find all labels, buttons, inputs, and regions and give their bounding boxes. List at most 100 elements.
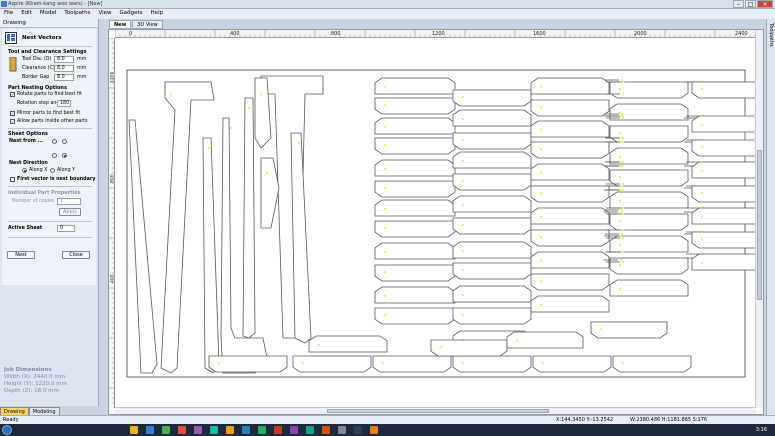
nested-part[interactable] bbox=[609, 125, 689, 143]
nested-part[interactable] bbox=[374, 307, 456, 325]
taskbar-app-icon[interactable] bbox=[242, 426, 250, 434]
rotate-checkbox[interactable]: ✓ bbox=[10, 92, 15, 97]
drawing-canvas[interactable] bbox=[115, 38, 769, 408]
nested-part[interactable] bbox=[530, 163, 610, 181]
nested-part[interactable] bbox=[452, 355, 532, 373]
taskbar-app-icon[interactable] bbox=[306, 426, 314, 434]
tab-new-2d-view[interactable]: New bbox=[109, 20, 132, 29]
nested-part[interactable] bbox=[374, 242, 456, 260]
close-button[interactable]: Close bbox=[62, 251, 90, 259]
nested-part[interactable] bbox=[530, 185, 610, 203]
taskbar-app-icon[interactable] bbox=[178, 426, 186, 434]
nested-part[interactable] bbox=[530, 99, 610, 117]
nested-part[interactable] bbox=[452, 109, 532, 127]
nested-part[interactable] bbox=[609, 81, 689, 99]
taskbar-app-icon[interactable] bbox=[290, 426, 298, 434]
nested-part[interactable] bbox=[609, 191, 689, 209]
inside-checkbox[interactable]: ✓ bbox=[10, 119, 15, 124]
taskbar-app-icon[interactable] bbox=[258, 426, 266, 434]
nested-part[interactable] bbox=[452, 217, 532, 235]
nested-part[interactable] bbox=[374, 199, 456, 217]
horizontal-scrollbar[interactable] bbox=[115, 407, 756, 414]
start-button[interactable] bbox=[2, 425, 12, 435]
along-y-radio[interactable] bbox=[50, 168, 55, 173]
nested-part[interactable] bbox=[292, 355, 372, 373]
nested-part[interactable] bbox=[374, 180, 456, 198]
nested-part[interactable] bbox=[590, 321, 668, 339]
nested-part[interactable] bbox=[372, 355, 452, 373]
nested-part[interactable] bbox=[530, 120, 610, 138]
along-x-radio[interactable] bbox=[22, 168, 27, 173]
nested-part[interactable] bbox=[609, 213, 689, 231]
nested-parts-layer[interactable] bbox=[115, 38, 769, 408]
taskbar-app-icon[interactable] bbox=[162, 426, 170, 434]
nested-part[interactable] bbox=[374, 264, 456, 282]
nested-part[interactable] bbox=[374, 97, 456, 115]
toolpaths-strip[interactable]: Toolpaths bbox=[766, 19, 775, 415]
menu-model[interactable]: Model bbox=[36, 9, 61, 17]
nested-part[interactable] bbox=[452, 151, 532, 169]
active-sheet-select[interactable]: 0 bbox=[57, 225, 75, 232]
clearance-input[interactable]: 8.0 bbox=[54, 65, 74, 72]
nested-part[interactable] bbox=[506, 331, 584, 349]
menu-help[interactable]: Help bbox=[147, 9, 168, 17]
nested-part[interactable] bbox=[452, 173, 532, 191]
nested-part[interactable] bbox=[612, 355, 692, 373]
nested-part[interactable] bbox=[530, 273, 610, 291]
nest-from-bottom-right-radio[interactable] bbox=[62, 153, 67, 158]
nested-part[interactable] bbox=[452, 285, 532, 303]
vertical-scroll-thumb[interactable] bbox=[757, 150, 762, 300]
nested-part[interactable] bbox=[242, 97, 256, 339]
nest-from-top-left-radio[interactable] bbox=[52, 139, 57, 144]
taskbar-app-icon[interactable] bbox=[194, 426, 202, 434]
taskbar-app-icon[interactable] bbox=[146, 426, 154, 434]
toolpaths-tab[interactable]: Toolpaths bbox=[768, 23, 774, 47]
nested-part[interactable] bbox=[452, 307, 532, 325]
menu-toolpaths[interactable]: Toolpaths bbox=[60, 9, 94, 17]
border-gap-input[interactable]: 8.0 bbox=[54, 74, 74, 81]
nest-button[interactable]: Nest bbox=[7, 251, 35, 259]
nested-part[interactable] bbox=[260, 157, 280, 229]
nested-part[interactable] bbox=[308, 335, 388, 353]
rotation-step-input[interactable]: 180 bbox=[57, 100, 71, 107]
taskbar-app-icon[interactable] bbox=[354, 426, 362, 434]
nested-part[interactable] bbox=[374, 137, 456, 155]
tab-3d-view[interactable]: 3D View bbox=[132, 20, 163, 29]
horizontal-scroll-thumb[interactable] bbox=[327, 409, 549, 413]
menu-gadgets[interactable]: Gadgets bbox=[116, 9, 147, 17]
menu-view[interactable]: View bbox=[94, 9, 115, 17]
close-window-button[interactable]: ✕ bbox=[757, 0, 773, 8]
minimize-button[interactable]: – bbox=[733, 0, 744, 8]
nested-part[interactable] bbox=[530, 295, 610, 313]
nested-part[interactable] bbox=[530, 207, 610, 225]
taskbar-app-icon[interactable] bbox=[226, 426, 234, 434]
tool-dia-input[interactable]: 8.0 bbox=[54, 56, 74, 63]
nested-part[interactable] bbox=[609, 235, 689, 253]
nested-part[interactable] bbox=[452, 195, 532, 213]
vertical-scrollbar[interactable] bbox=[755, 30, 763, 408]
nested-part[interactable] bbox=[609, 279, 689, 297]
menu-file[interactable]: File bbox=[0, 9, 17, 17]
taskbar-app-icon[interactable] bbox=[274, 426, 282, 434]
nest-from-top-right-radio[interactable] bbox=[62, 139, 67, 144]
nested-part[interactable] bbox=[609, 169, 689, 187]
nested-part[interactable] bbox=[530, 77, 610, 95]
nested-part[interactable] bbox=[374, 117, 456, 135]
first-vector-checkbox[interactable] bbox=[10, 177, 15, 182]
taskbar-app-icon[interactable] bbox=[370, 426, 378, 434]
nested-part[interactable] bbox=[202, 137, 220, 374]
maximize-button[interactable]: □ bbox=[745, 0, 756, 8]
nested-part[interactable] bbox=[430, 339, 508, 357]
nested-part[interactable] bbox=[452, 241, 532, 259]
nested-part[interactable] bbox=[452, 89, 532, 107]
mirror-checkbox[interactable]: ✓ bbox=[10, 111, 15, 116]
copies-input[interactable]: 1 bbox=[57, 198, 81, 205]
nested-part[interactable] bbox=[530, 229, 610, 247]
nested-part[interactable] bbox=[374, 77, 456, 95]
apply-button[interactable]: Apply bbox=[59, 208, 81, 216]
nested-part[interactable] bbox=[128, 119, 158, 374]
nested-part[interactable] bbox=[208, 355, 288, 373]
taskbar-app-icon[interactable] bbox=[130, 426, 138, 434]
nested-part[interactable] bbox=[452, 262, 532, 280]
nested-part[interactable] bbox=[530, 141, 610, 159]
